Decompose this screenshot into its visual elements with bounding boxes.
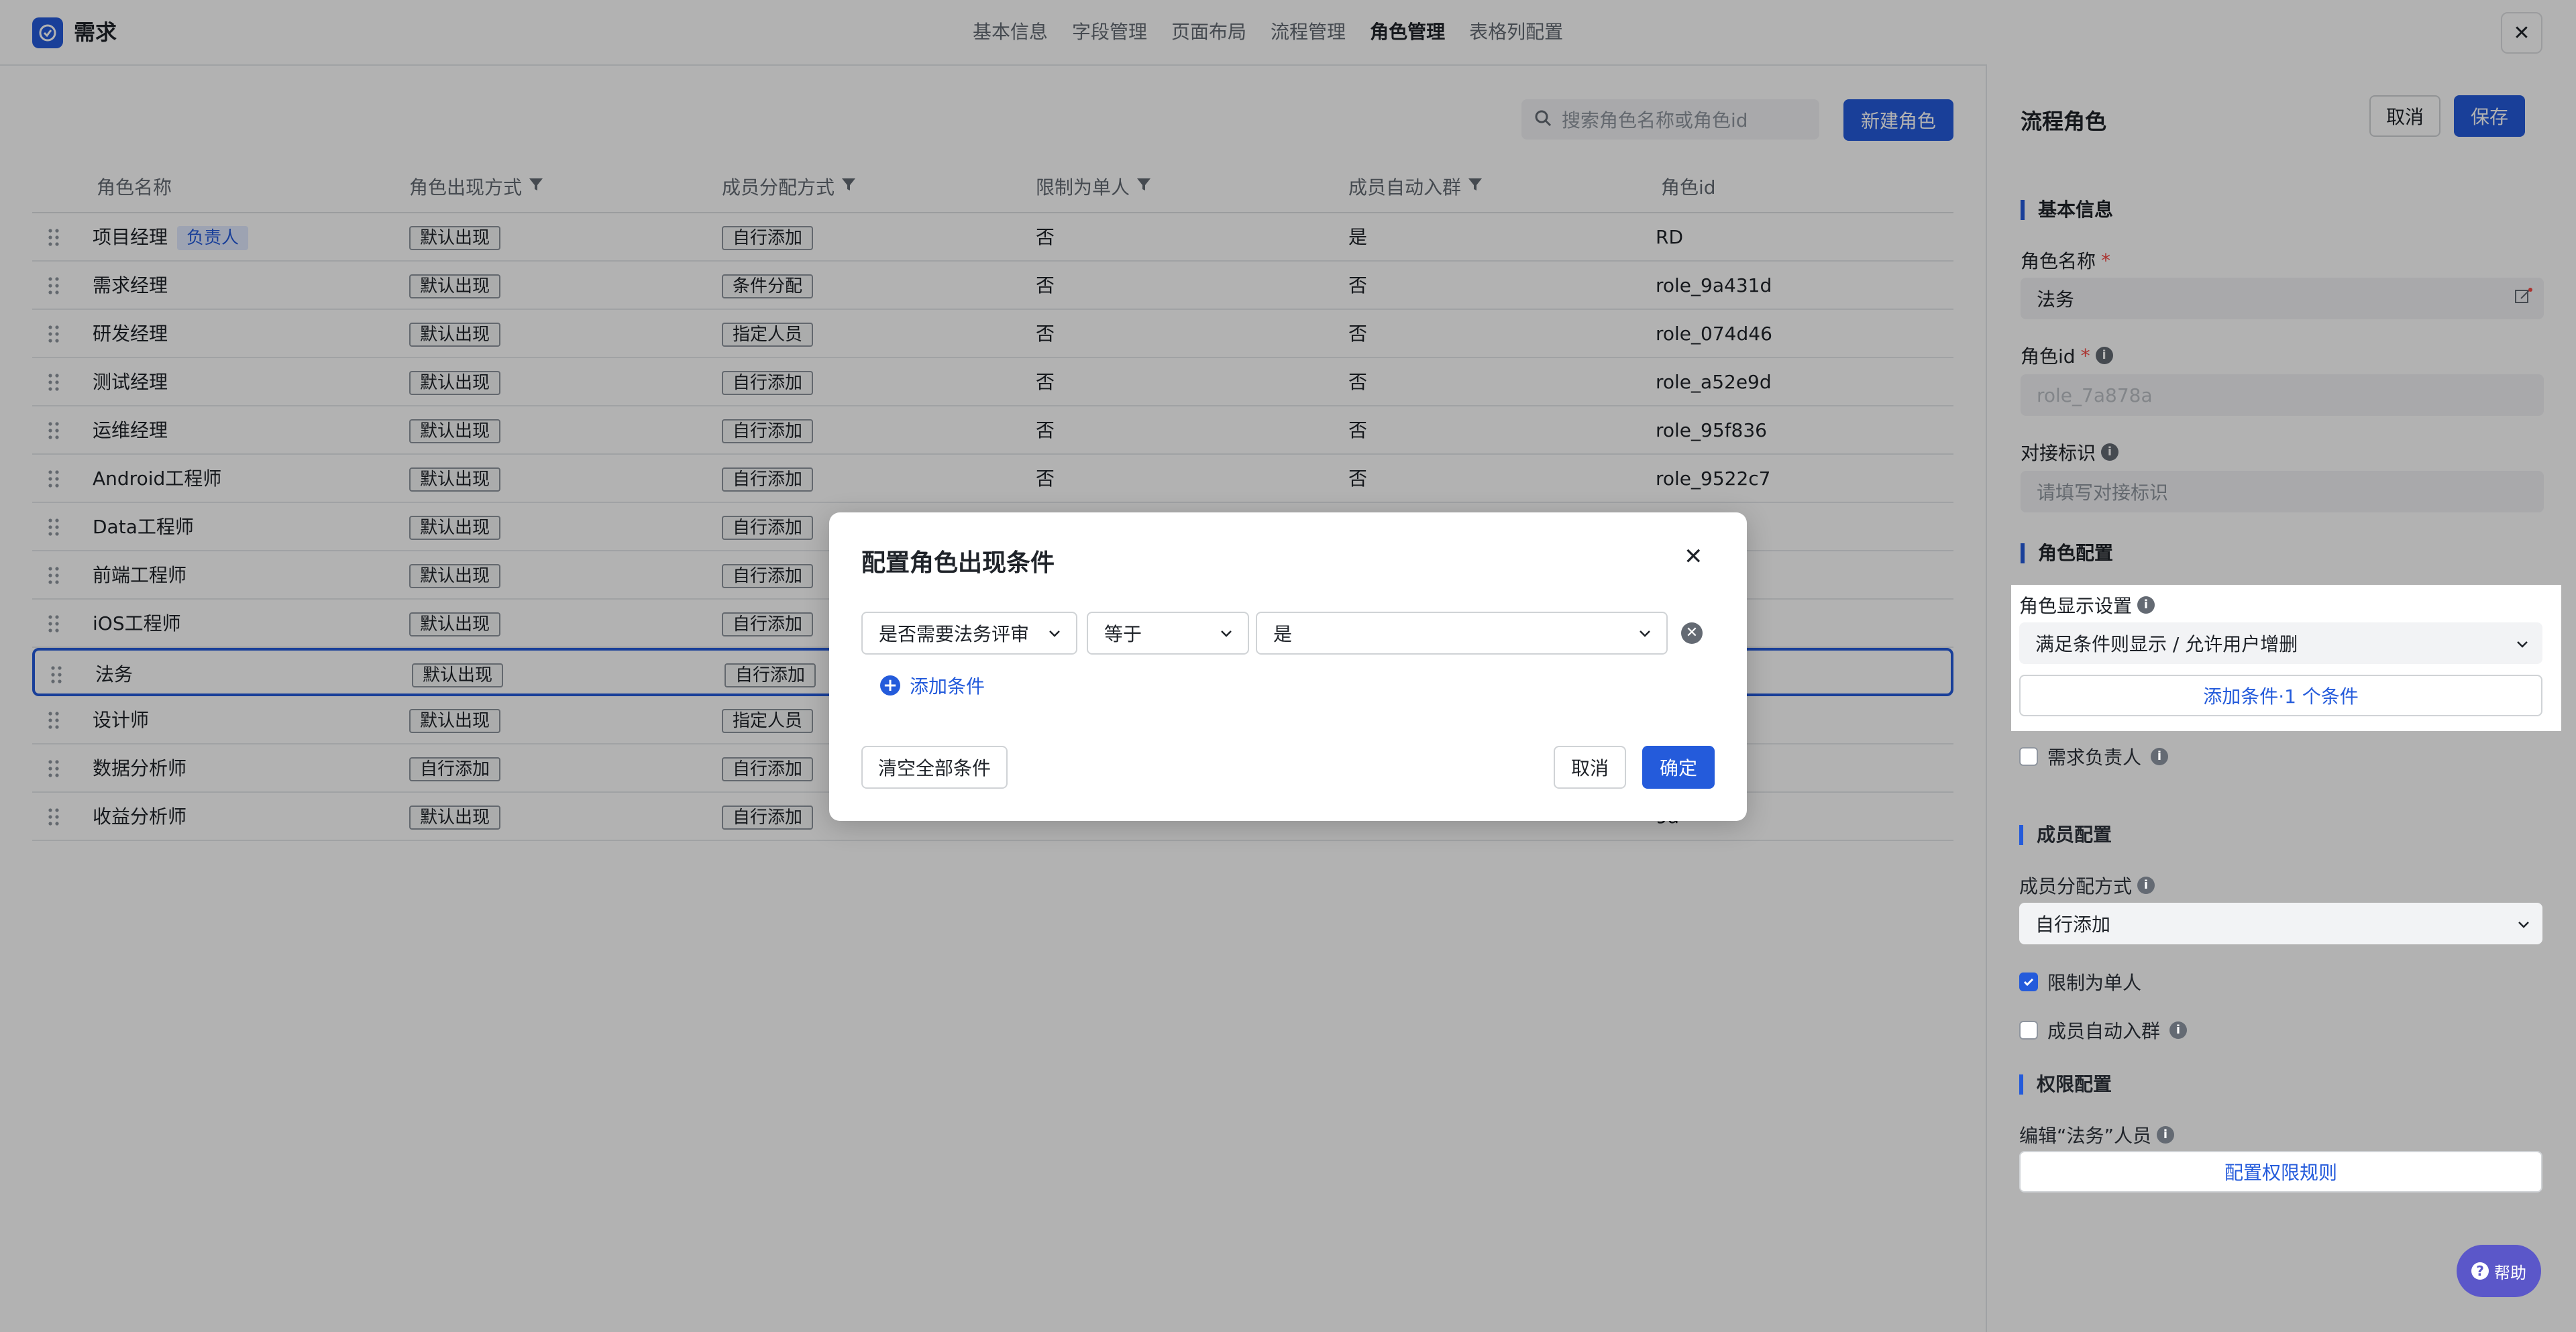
plus-circle-icon: + xyxy=(880,675,900,696)
chevron-down-icon xyxy=(1640,630,1650,637)
chevron-down-icon xyxy=(2514,634,2530,657)
add-condition-button[interactable]: 添加条件·1 个条件 xyxy=(2019,675,2542,716)
condition-operator-select[interactable]: 等于 xyxy=(1087,612,1249,655)
remove-condition-icon[interactable]: ✕ xyxy=(1681,622,1703,644)
condition-value-select[interactable]: 是 xyxy=(1256,612,1668,655)
chevron-down-icon xyxy=(1221,630,1232,637)
condition-modal: 配置角色出现条件 ✕ 是否需要法务评审 等于 是 ✕ + 添加条件 清空全部条件… xyxy=(829,512,1747,821)
chevron-down-icon xyxy=(1049,630,1060,637)
modal-cancel-button[interactable]: 取消 xyxy=(1554,746,1626,789)
help-label: 帮助 xyxy=(2494,1263,2526,1282)
modal-title: 配置角色出现条件 xyxy=(861,549,1055,577)
help-icon: ? xyxy=(2471,1262,2489,1280)
role-display-settings: 角色显示设置 i 满足条件则显示 / 允许用户增删 添加条件·1 个条件 xyxy=(2011,585,2561,731)
clear-all-conditions-button[interactable]: 清空全部条件 xyxy=(861,746,1008,789)
display-setting-select[interactable]: 满足条件则显示 / 允许用户增删 xyxy=(2019,622,2542,664)
modal-confirm-button[interactable]: 确定 xyxy=(1642,746,1715,789)
add-condition-link[interactable]: + 添加条件 xyxy=(880,672,985,699)
display-setting-label: 角色显示设置 i xyxy=(2019,592,2155,618)
info-icon: i xyxy=(2137,596,2155,614)
help-button[interactable]: ? 帮助 xyxy=(2457,1245,2541,1297)
condition-field-select[interactable]: 是否需要法务评审 xyxy=(861,612,1077,655)
modal-close-icon[interactable]: ✕ xyxy=(1684,543,1703,570)
